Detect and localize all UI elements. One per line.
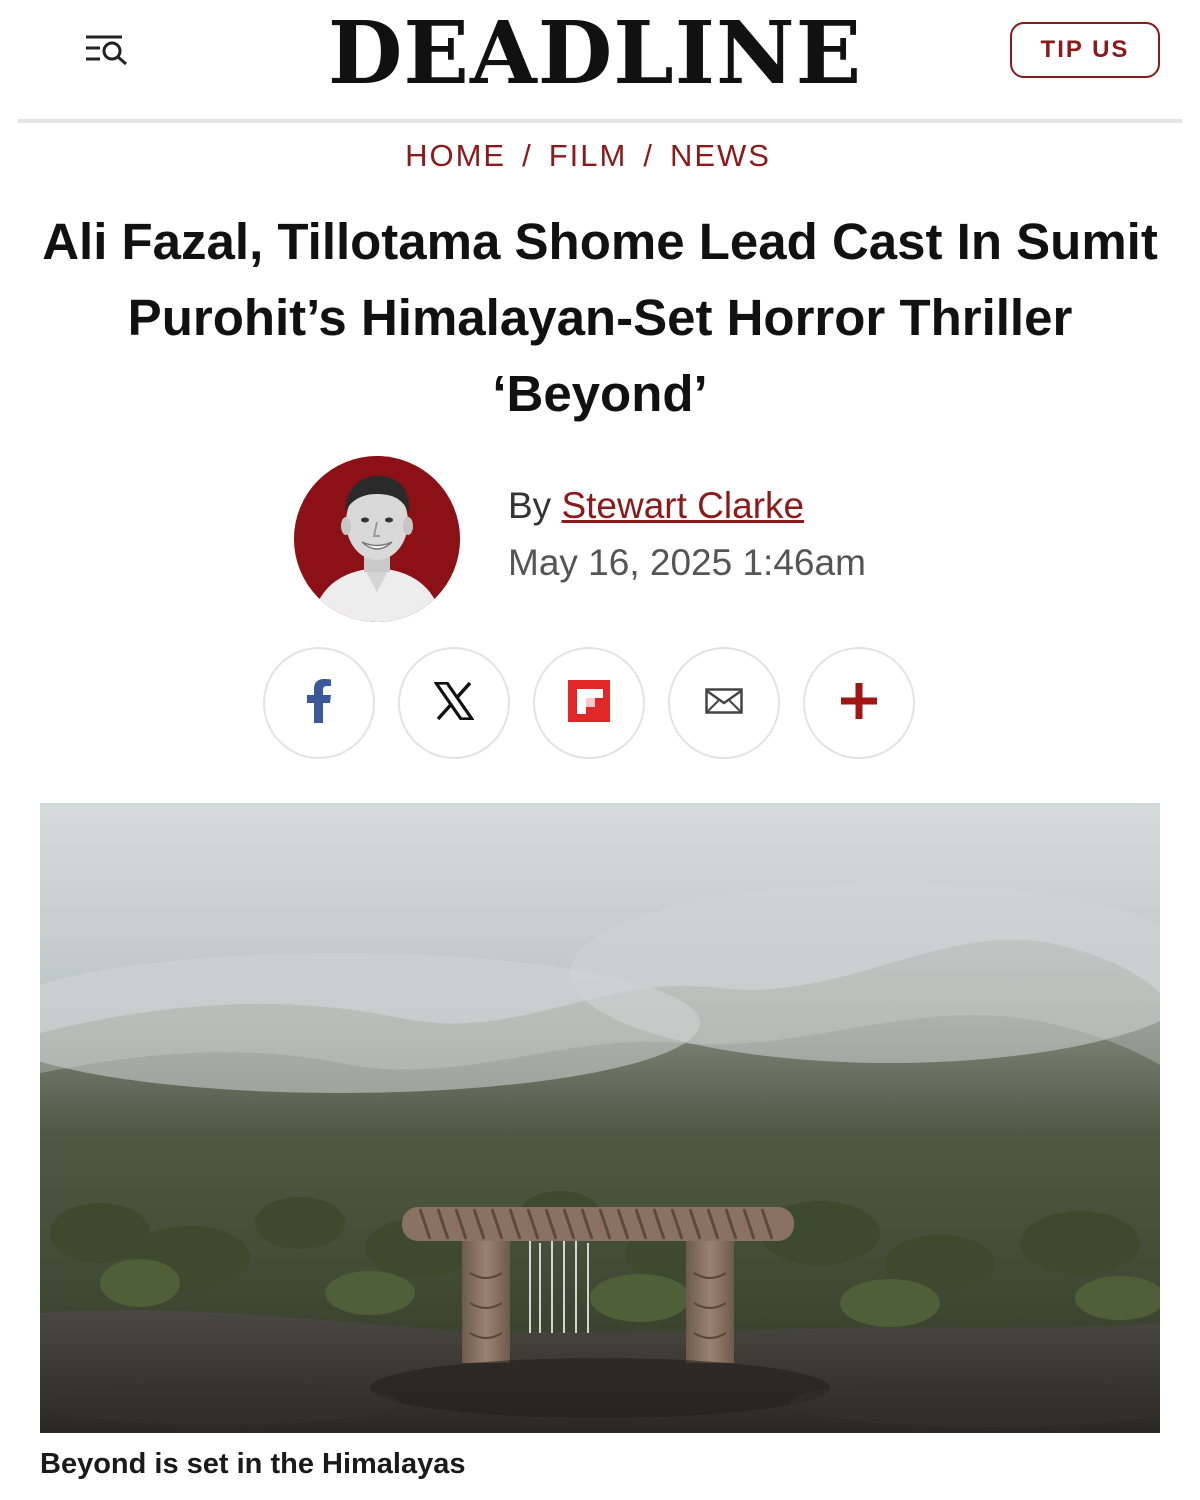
menu-search-button[interactable] bbox=[78, 26, 136, 74]
email-icon bbox=[705, 687, 743, 719]
byline: By Stewart Clarke bbox=[508, 485, 804, 527]
breadcrumb-separator: / bbox=[643, 138, 654, 173]
facebook-icon bbox=[306, 678, 332, 728]
share-flipboard-button[interactable] bbox=[533, 647, 645, 759]
plus-icon bbox=[839, 681, 879, 726]
share-x-button[interactable] bbox=[398, 647, 510, 759]
breadcrumb-separator: / bbox=[522, 138, 533, 173]
breadcrumb-film[interactable]: FILM bbox=[549, 138, 628, 174]
breadcrumb: HOME / FILM / NEWS bbox=[0, 136, 1176, 176]
header-divider bbox=[18, 119, 1182, 123]
image-caption: Beyond is set in the Himalayas bbox=[40, 1448, 466, 1480]
tip-us-button[interactable]: TIP US bbox=[1010, 22, 1160, 78]
site-header: DEADLINE TIP US bbox=[0, 0, 1200, 123]
byline-prefix: By bbox=[508, 485, 552, 526]
menu-search-icon bbox=[82, 28, 132, 73]
share-facebook-button[interactable] bbox=[263, 647, 375, 759]
share-buttons bbox=[263, 647, 923, 759]
author-link[interactable]: Stewart Clarke bbox=[561, 485, 804, 526]
breadcrumb-news[interactable]: NEWS bbox=[670, 138, 771, 174]
publish-timestamp: May 16, 2025 1:46am bbox=[508, 542, 866, 583]
share-more-button[interactable] bbox=[803, 647, 915, 759]
x-icon bbox=[432, 680, 476, 725]
hero-image[interactable] bbox=[40, 803, 1160, 1433]
breadcrumb-home[interactable]: HOME bbox=[405, 138, 506, 174]
share-email-button[interactable] bbox=[668, 647, 780, 759]
site-logo[interactable]: DEADLINE bbox=[290, 4, 900, 104]
article-page: DEADLINE TIP US HOME / FILM / NEWS Ali F… bbox=[0, 0, 1200, 1500]
flipboard-icon bbox=[568, 679, 610, 727]
author-avatar[interactable] bbox=[294, 456, 460, 622]
article-headline: Ali Fazal, Tillotama Shome Lead Cast In … bbox=[42, 213, 1158, 422]
